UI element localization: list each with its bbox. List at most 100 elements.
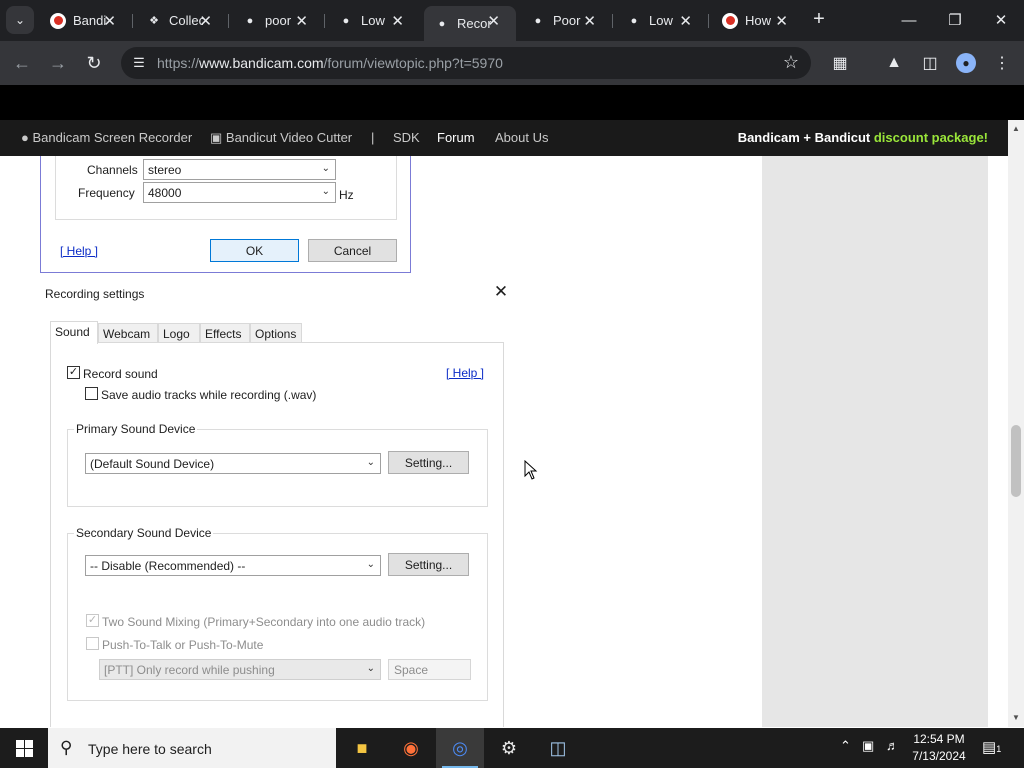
close-tab-icon[interactable]: ✕ <box>295 12 308 30</box>
chrome-app[interactable]: ◎ <box>436 728 484 768</box>
volume-muted-icon[interactable]: ♬ <box>886 738 899 753</box>
primary-sound-group: Primary Sound Device (Default Sound Devi… <box>67 422 488 507</box>
save-wav-checkbox[interactable] <box>85 387 98 400</box>
tab-effects[interactable]: Effects <box>200 323 250 343</box>
chevron-down-icon: ⌄ <box>366 559 375 570</box>
address-bar[interactable]: ☰ https://www.bandicam.com/forum/viewtop… <box>121 47 811 79</box>
record-icon <box>722 12 738 29</box>
minimize-icon: — <box>901 11 917 29</box>
discount-promo-link[interactable]: Bandicam + Bandicut discount package! <box>738 130 988 145</box>
close-tab-icon[interactable]: ✕ <box>199 12 212 30</box>
ptt-hotkey-field[interactable]: Space <box>388 659 471 680</box>
restore-button[interactable]: ❐ <box>932 0 978 40</box>
secondary-device-select[interactable]: -- Disable (Recommended) -- ⌄ <box>85 555 381 576</box>
ptt-mode-select[interactable]: [PTT] Only record while pushing ⌄ <box>99 659 381 680</box>
tab-title: Low <box>649 13 673 28</box>
notification-center-icon[interactable]: ▤1 <box>982 738 1001 756</box>
start-button[interactable] <box>0 728 48 768</box>
chat-bubble-icon: ● <box>534 14 542 27</box>
nav-about-us[interactable]: About Us <box>495 130 548 145</box>
nav-divider: | <box>371 130 375 145</box>
channels-label: Channels <box>87 163 138 177</box>
browser-tab-active[interactable]: ● Recording ✕ <box>424 6 516 41</box>
frequency-select[interactable]: 48000 ⌄ <box>143 182 336 203</box>
browser-tab[interactable]: ❖ Collection ✕ <box>136 6 228 35</box>
browser-tab[interactable]: ● Low ✕ <box>616 6 708 35</box>
close-window-button[interactable]: ✕ <box>978 0 1024 40</box>
address-url: https://www.bandicam.com/forum/viewtopic… <box>157 55 503 71</box>
taskbar-search-box[interactable]: ⚲ Type here to search <box>48 728 336 768</box>
browser-tab[interactable]: ● Poor ✕ <box>520 6 612 35</box>
tab-sound[interactable]: Sound <box>50 321 98 344</box>
bookmark-star-icon[interactable]: ☆ <box>783 52 799 73</box>
firefox-app[interactable]: ◉ <box>387 728 435 768</box>
system-clock[interactable]: 12:54 PM 7/13/2024 <box>906 731 972 765</box>
close-tab-icon[interactable]: ✕ <box>391 12 404 30</box>
ok-button[interactable]: OK <box>210 239 299 262</box>
new-tab-button[interactable]: + <box>808 8 830 30</box>
help-link[interactable]: [ Help ] <box>60 244 98 258</box>
show-hidden-icons-icon[interactable]: ⌃ <box>840 738 851 754</box>
scroll-down-icon[interactable]: ▼ <box>1012 713 1020 722</box>
browser-tab-strip: ⌄ Bandicam ✕ ❖ Collection ✕ ● poor ✕ ● L… <box>0 0 1024 41</box>
close-tab-icon[interactable]: ✕ <box>679 12 692 30</box>
scrollbar-thumb[interactable] <box>1011 425 1021 497</box>
secondary-setting-button[interactable]: Setting... <box>388 553 469 576</box>
push-to-talk-checkbox[interactable] <box>86 637 99 650</box>
scroll-up-icon[interactable]: ▲ <box>1012 124 1020 133</box>
tab-webcam[interactable]: Webcam <box>98 323 158 343</box>
browser-tab[interactable]: Bandicam ✕ <box>40 6 132 35</box>
nav-bandicut[interactable]: ▣ Bandicut Video Cutter <box>210 130 352 146</box>
reload-button[interactable]: ↻ <box>80 49 108 77</box>
record-sound-checkbox[interactable]: ✓ <box>67 366 80 379</box>
record-sound-label: Record sound <box>83 367 158 381</box>
channels-select[interactable]: stereo ⌄ <box>143 159 336 180</box>
forward-button[interactable]: → <box>44 49 72 77</box>
two-sound-mixing-label: Two Sound Mixing (Primary+Secondary into… <box>102 615 426 629</box>
side-panel-icon[interactable]: ◫ <box>918 51 942 75</box>
firefox-icon: ◉ <box>403 737 419 758</box>
nav-bandicam[interactable]: ● Bandicam Screen Recorder <box>21 130 192 145</box>
close-icon: ✕ <box>994 12 1008 29</box>
control-panel-app[interactable]: ◫ <box>534 728 582 768</box>
tab-title: How <box>745 13 772 28</box>
close-dialog-icon[interactable]: ✕ <box>492 282 510 302</box>
arrow-right-icon: → <box>49 52 67 73</box>
tab-title: poor <box>265 13 292 28</box>
browser-tab[interactable]: How ✕ <box>712 6 804 35</box>
nav-sdk[interactable]: SDK <box>393 130 420 145</box>
browser-tab[interactable]: ● Low ✕ <box>328 6 420 35</box>
file-explorer-app[interactable]: ■ <box>338 728 386 768</box>
tab-divider <box>324 14 325 28</box>
close-tab-icon[interactable]: ✕ <box>103 12 116 30</box>
tab-logo[interactable]: Logo <box>158 323 200 343</box>
primary-device-select[interactable]: (Default Sound Device) ⌄ <box>85 453 381 474</box>
settings-app[interactable]: ⚙ <box>485 728 533 768</box>
network-icon[interactable]: ▣ <box>862 738 874 754</box>
secondary-sound-caption: Secondary Sound Device <box>74 526 214 540</box>
profile-avatar-icon[interactable]: ● <box>956 53 976 73</box>
close-tab-icon[interactable]: ✕ <box>487 12 500 30</box>
close-tab-icon[interactable]: ✕ <box>583 12 596 30</box>
tab-search-button[interactable]: ⌄ <box>6 6 34 34</box>
help-link[interactable]: [ Help ] <box>446 366 484 380</box>
minimize-button[interactable]: — <box>886 0 932 40</box>
more-menu-icon[interactable]: ⋮ <box>990 51 1014 75</box>
tab-options[interactable]: Options <box>250 323 302 343</box>
tab-title: Bandicam <box>73 13 107 28</box>
back-button[interactable]: ← <box>8 49 36 77</box>
extensions-icon[interactable]: ▦ <box>828 51 852 75</box>
page-scrollbar[interactable]: ▲ ▼ <box>1008 120 1024 727</box>
site-info-icon[interactable]: ☰ <box>131 55 147 71</box>
chrome-icon: ◎ <box>452 737 468 758</box>
tab-title: Collection <box>169 13 203 28</box>
browser-tab[interactable]: ● poor ✕ <box>232 6 324 35</box>
two-sound-mixing-checkbox[interactable]: ✓ <box>86 614 99 627</box>
close-tab-icon[interactable]: ✕ <box>775 12 788 30</box>
frequency-value: 48000 <box>148 186 182 200</box>
cancel-button[interactable]: Cancel <box>308 239 397 262</box>
labs-flask-icon[interactable]: ▲ <box>882 51 906 75</box>
nav-forum[interactable]: Forum <box>437 130 475 145</box>
primary-setting-button[interactable]: Setting... <box>388 451 469 474</box>
promo-text: Bandicam + Bandicut <box>737 130 874 145</box>
